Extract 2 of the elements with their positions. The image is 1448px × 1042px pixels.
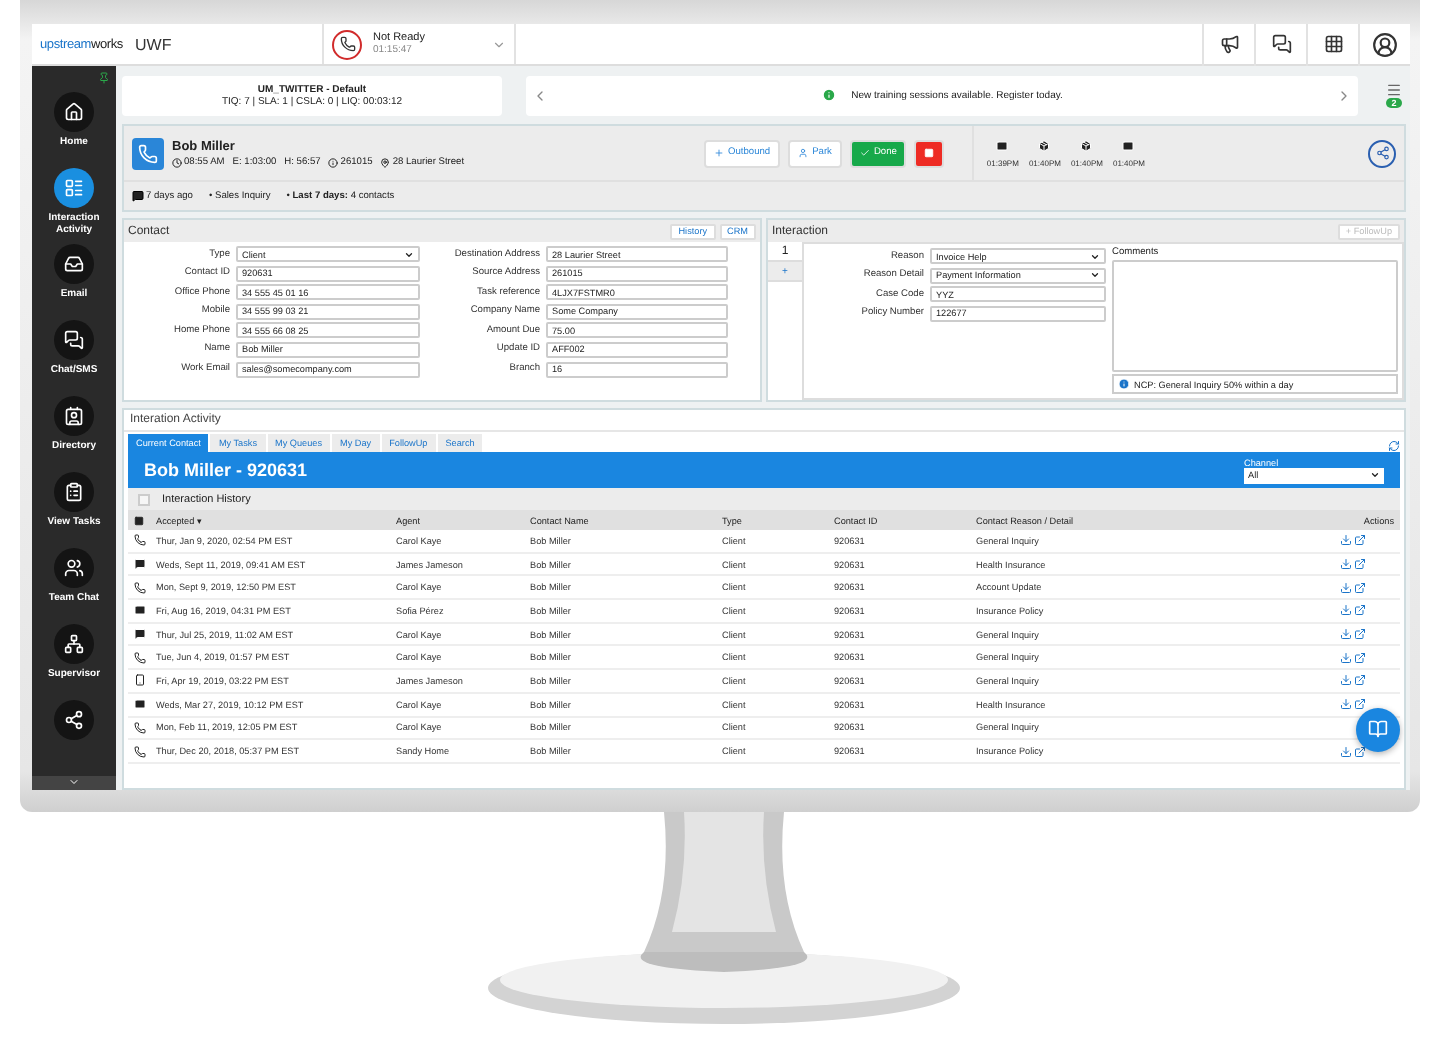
app-name: UWF [134, 35, 174, 53]
banner-title: Bob Miller - 920631 [144, 460, 308, 480]
